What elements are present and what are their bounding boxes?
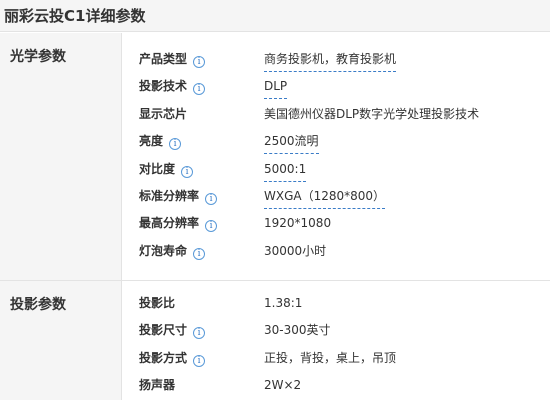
spec-header: 丽彩云投C1详细参数: [0, 0, 550, 32]
spec-label: 投影技术 i: [139, 73, 206, 100]
spec-row: 标准分辨率 i WXGA（1280*800）: [122, 183, 550, 210]
spec-label-text: 亮度: [139, 134, 164, 149]
spec-label-text: 扬声器: [139, 378, 176, 393]
spec-label: 扬声器: [139, 372, 175, 399]
spec-label-text: 对比度: [139, 161, 176, 176]
spec-value-link[interactable]: WXGA（1280*800）: [264, 184, 386, 209]
spec-label: 显示芯片: [139, 101, 187, 128]
spec-value: 1920*1080: [264, 216, 332, 231]
page-title: 丽彩云投C1详细参数: [4, 7, 146, 25]
spec-label-text: 灯泡寿命: [139, 243, 188, 258]
spec-value-link[interactable]: 商务投影机，教育投影机: [264, 47, 397, 72]
spec-label-text: 投影尺寸: [139, 323, 188, 338]
spec-value: 1.38:1: [264, 296, 303, 310]
category-label: 投影参数: [10, 297, 66, 313]
spec-row: 投影方式 i 正投，背投，桌上，吊顶: [122, 345, 550, 372]
spec-row: 显示芯片 美国德州仪器DLP数字光学处理投影技术: [122, 101, 550, 128]
spec-value: 30000小时: [264, 243, 327, 258]
spec-row: 投影比 1.38:1: [122, 290, 550, 317]
section-projection: 投影参数 投影比 1.38:1 投影尺寸 i 30-300英寸投影方式 i 正投，背投，桌上…: [0, 281, 550, 400]
section-optical: 光学参数 产品类型 i 商务投影机，教育投影机投影技术 i DLP 显示芯片 美国德州仪器D…: [0, 33, 550, 280]
spec-label-text: 投影技术: [139, 79, 188, 94]
spec-label: 灯泡寿命 i: [139, 238, 206, 265]
spec-label-text: 投影比: [139, 296, 176, 310]
info-icon[interactable]: i: [205, 220, 218, 233]
category-cell: 投影参数: [0, 281, 122, 400]
spec-row: 亮度 i 2500流明: [122, 128, 550, 155]
spec-row: 扬声器 2W×2: [122, 372, 550, 399]
spec-label: 最高分辨率 i: [139, 210, 218, 237]
spec-row: 投影技术 i DLP: [122, 73, 550, 100]
spec-label: 产品类型 i: [139, 46, 206, 73]
spec-label: 投影尺寸 i: [139, 317, 206, 344]
spec-label-text: 显示芯片: [139, 106, 188, 121]
info-icon[interactable]: i: [205, 193, 218, 205]
spec-label-text: 最高分辨率: [139, 216, 200, 231]
spec-value: 30-300英寸: [264, 323, 331, 338]
spec-row: 灯泡寿命 i 30000小时: [122, 238, 550, 265]
info-icon[interactable]: i: [169, 138, 182, 151]
spec-value: 美国德州仪器DLP数字光学处理投影技术: [264, 106, 480, 121]
spec-label: 对比度 i: [139, 156, 194, 183]
spec-row: 最高分辨率 i 1920*1080: [122, 210, 550, 237]
info-icon[interactable]: i: [181, 165, 194, 178]
spec-value-link[interactable]: 5000:1: [264, 157, 307, 182]
info-icon[interactable]: i: [193, 56, 206, 68]
spec-label-text: 投影方式: [139, 350, 188, 365]
category-label: 光学参数: [10, 49, 66, 65]
spec-label: 投影比: [139, 290, 175, 317]
spec-value: 正投，背投，桌上，吊顶: [264, 350, 397, 365]
category-cell: 光学参数: [0, 33, 122, 280]
spec-label: 标准分辨率 i: [139, 183, 218, 210]
spec-value-link[interactable]: 2500流明: [264, 129, 319, 155]
spec-label: 投影方式 i: [139, 345, 206, 372]
spec-row: 对比度 i 5000:1: [122, 156, 550, 183]
spec-label-text: 标准分辨率: [139, 189, 200, 203]
spec-value: 2W×2: [264, 378, 302, 393]
info-icon[interactable]: i: [193, 327, 206, 340]
spec-row: 产品类型 i 商务投影机，教育投影机: [122, 46, 550, 73]
info-icon[interactable]: i: [193, 247, 206, 260]
spec-row: 投影尺寸 i 30-300英寸: [122, 317, 550, 344]
spec-value-link[interactable]: DLP: [264, 74, 288, 100]
spec-label-text: 产品类型: [139, 52, 188, 66]
info-icon[interactable]: i: [193, 83, 206, 96]
spec-label: 亮度 i: [139, 128, 182, 155]
info-icon[interactable]: i: [193, 354, 206, 367]
